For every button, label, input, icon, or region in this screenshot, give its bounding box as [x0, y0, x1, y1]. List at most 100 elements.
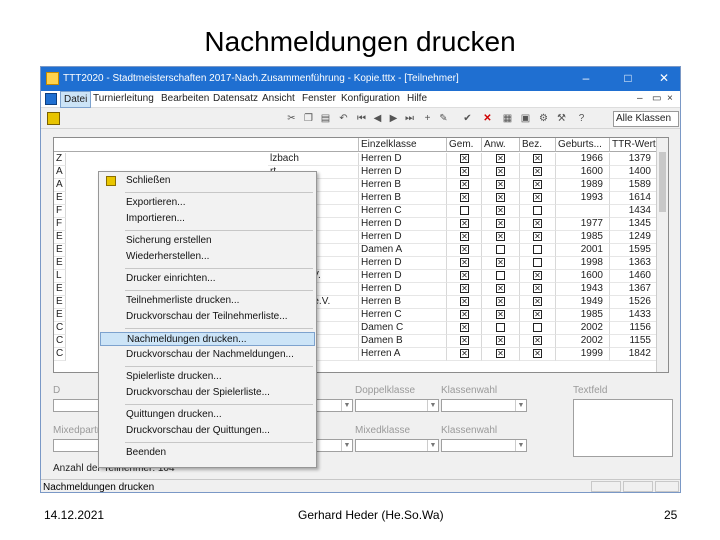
table-cell[interactable]: E — [54, 244, 66, 257]
menu-ansicht[interactable]: Ansicht — [262, 93, 295, 104]
table-header-geburtsjahr[interactable]: Geburts... — [556, 138, 610, 152]
first-record-icon[interactable]: ⏮ — [355, 112, 368, 125]
system-menu-icon[interactable] — [45, 93, 57, 105]
row-checkbox[interactable]: ✕ — [496, 284, 505, 293]
menu-bearbeiten[interactable]: Bearbeiten — [161, 93, 209, 104]
table-cell[interactable]: A — [54, 179, 66, 192]
row-checkbox[interactable]: ✕ — [496, 297, 505, 306]
file-menu-item[interactable]: Wiederherstellen... — [100, 250, 315, 264]
row-checkbox[interactable] — [460, 206, 469, 215]
prev-record-icon[interactable]: ◀ — [371, 112, 384, 125]
file-menu-item[interactable]: Drucker einrichten... — [100, 272, 315, 286]
row-checkbox[interactable]: ✕ — [496, 180, 505, 189]
row-checkbox[interactable]: ✕ — [496, 336, 505, 345]
table-cell[interactable]: 1998 — [556, 257, 610, 270]
table-cell[interactable]: 1600 — [556, 166, 610, 179]
table-cell[interactable]: 1379 — [610, 153, 658, 166]
row-checkbox[interactable]: ✕ — [533, 180, 542, 189]
row-checkbox[interactable]: ✕ — [460, 167, 469, 176]
row-checkbox[interactable]: ✕ — [496, 258, 505, 267]
config-icon[interactable]: ⚙ — [537, 112, 550, 125]
table-cell[interactable]: A — [54, 166, 66, 179]
undo-icon[interactable]: ↶ — [337, 112, 350, 125]
table-cell[interactable]: E — [54, 192, 66, 205]
row-checkbox[interactable]: ✕ — [460, 193, 469, 202]
menu-hilfe[interactable]: Hilfe — [407, 93, 427, 104]
close-button[interactable]: ✕ — [651, 70, 677, 87]
row-checkbox[interactable]: ✕ — [460, 323, 469, 332]
table-cell[interactable]: C — [54, 322, 66, 335]
table-vertical-scrollbar[interactable] — [656, 138, 668, 372]
mdi-minimize-button[interactable]: – — [637, 93, 643, 104]
table-cell[interactable]: E — [54, 231, 66, 244]
table-cell[interactable]: 1993 — [556, 192, 610, 205]
edit-record-icon[interactable]: ✎ — [437, 112, 450, 125]
file-menu-item[interactable]: Schließen — [100, 174, 315, 188]
table-cell[interactable]: 1589 — [610, 179, 658, 192]
row-checkbox[interactable]: ✕ — [533, 193, 542, 202]
row-checkbox[interactable]: ✕ — [460, 297, 469, 306]
minimize-button[interactable]: – — [573, 70, 599, 87]
row-checkbox[interactable]: ✕ — [460, 219, 469, 228]
row-checkbox[interactable] — [533, 258, 542, 267]
table-cell[interactable]: 1949 — [556, 296, 610, 309]
file-menu-item[interactable]: Teilnehmerliste drucken... — [100, 294, 315, 308]
table-header-name[interactable] — [54, 138, 359, 152]
table-header-ttr[interactable]: TTR-Wert — [610, 138, 658, 152]
table-cell[interactable]: Herren C — [359, 205, 447, 218]
help-icon[interactable]: ? — [575, 112, 588, 125]
row-checkbox[interactable]: ✕ — [533, 232, 542, 241]
table-cell[interactable]: 1249 — [610, 231, 658, 244]
mixedklasse-select[interactable]: ▼ — [355, 439, 439, 452]
table-cell[interactable]: Herren D — [359, 257, 447, 270]
table-cell[interactable]: Herren D — [359, 231, 447, 244]
table-cell[interactable]: 1367 — [610, 283, 658, 296]
file-menu-item[interactable]: Spielerliste drucken... — [100, 370, 315, 384]
file-menu-item[interactable]: Exportieren... — [100, 196, 315, 210]
table-cell[interactable]: Herren D — [359, 283, 447, 296]
table-cell[interactable]: 1989 — [556, 179, 610, 192]
table-cell[interactable]: 2002 — [556, 335, 610, 348]
file-menu-item[interactable]: Importieren... — [100, 212, 315, 226]
row-checkbox[interactable]: ✕ — [533, 349, 542, 358]
row-checkbox[interactable] — [533, 323, 542, 332]
table-cell[interactable]: Damen B — [359, 335, 447, 348]
copy-icon[interactable]: ❐ — [302, 112, 315, 125]
table-cell[interactable]: Damen A — [359, 244, 447, 257]
textfeld-input[interactable] — [573, 399, 673, 457]
print-icon[interactable]: ▣ — [519, 112, 532, 125]
table-header-gem[interactable]: Gem. — [447, 138, 482, 152]
table-cell[interactable]: 1434 — [610, 205, 658, 218]
table-cell[interactable]: Herren D — [359, 270, 447, 283]
row-checkbox[interactable] — [496, 323, 505, 332]
delete-icon[interactable]: ✕ — [481, 112, 494, 125]
table-header-anw[interactable]: Anw. — [482, 138, 520, 152]
row-checkbox[interactable]: ✕ — [460, 180, 469, 189]
menu-datei[interactable]: Datei — [60, 91, 92, 108]
row-checkbox[interactable]: ✕ — [460, 245, 469, 254]
table-cell[interactable]: 1977 — [556, 218, 610, 231]
cut-icon[interactable]: ✂ — [285, 112, 298, 125]
tools-icon[interactable]: ⚒ — [555, 112, 568, 125]
row-checkbox[interactable] — [496, 271, 505, 280]
table-cell[interactable]: 1999 — [556, 348, 610, 361]
file-menu-item[interactable]: Druckvorschau der Teilnehmerliste... — [100, 310, 315, 324]
row-checkbox[interactable]: ✕ — [460, 232, 469, 241]
row-checkbox[interactable]: ✕ — [460, 336, 469, 345]
row-checkbox[interactable]: ✕ — [496, 154, 505, 163]
table-cell[interactable]: E — [54, 309, 66, 322]
row-checkbox[interactable]: ✕ — [533, 310, 542, 319]
table-cell[interactable]: E — [54, 283, 66, 296]
table-cell[interactable] — [556, 205, 610, 218]
row-checkbox[interactable]: ✕ — [533, 167, 542, 176]
table-header-einzelklasse[interactable]: Einzelklasse — [359, 138, 447, 152]
file-menu-item[interactable]: Beenden — [100, 446, 315, 460]
table-cell[interactable]: F — [54, 218, 66, 231]
row-checkbox[interactable]: ✕ — [496, 232, 505, 241]
table-cell[interactable]: L — [54, 270, 66, 283]
row-checkbox[interactable] — [533, 206, 542, 215]
exit-icon[interactable] — [47, 112, 60, 125]
table-cell[interactable]: Herren D — [359, 218, 447, 231]
table-cell[interactable]: Z — [54, 153, 66, 166]
row-checkbox[interactable]: ✕ — [496, 206, 505, 215]
